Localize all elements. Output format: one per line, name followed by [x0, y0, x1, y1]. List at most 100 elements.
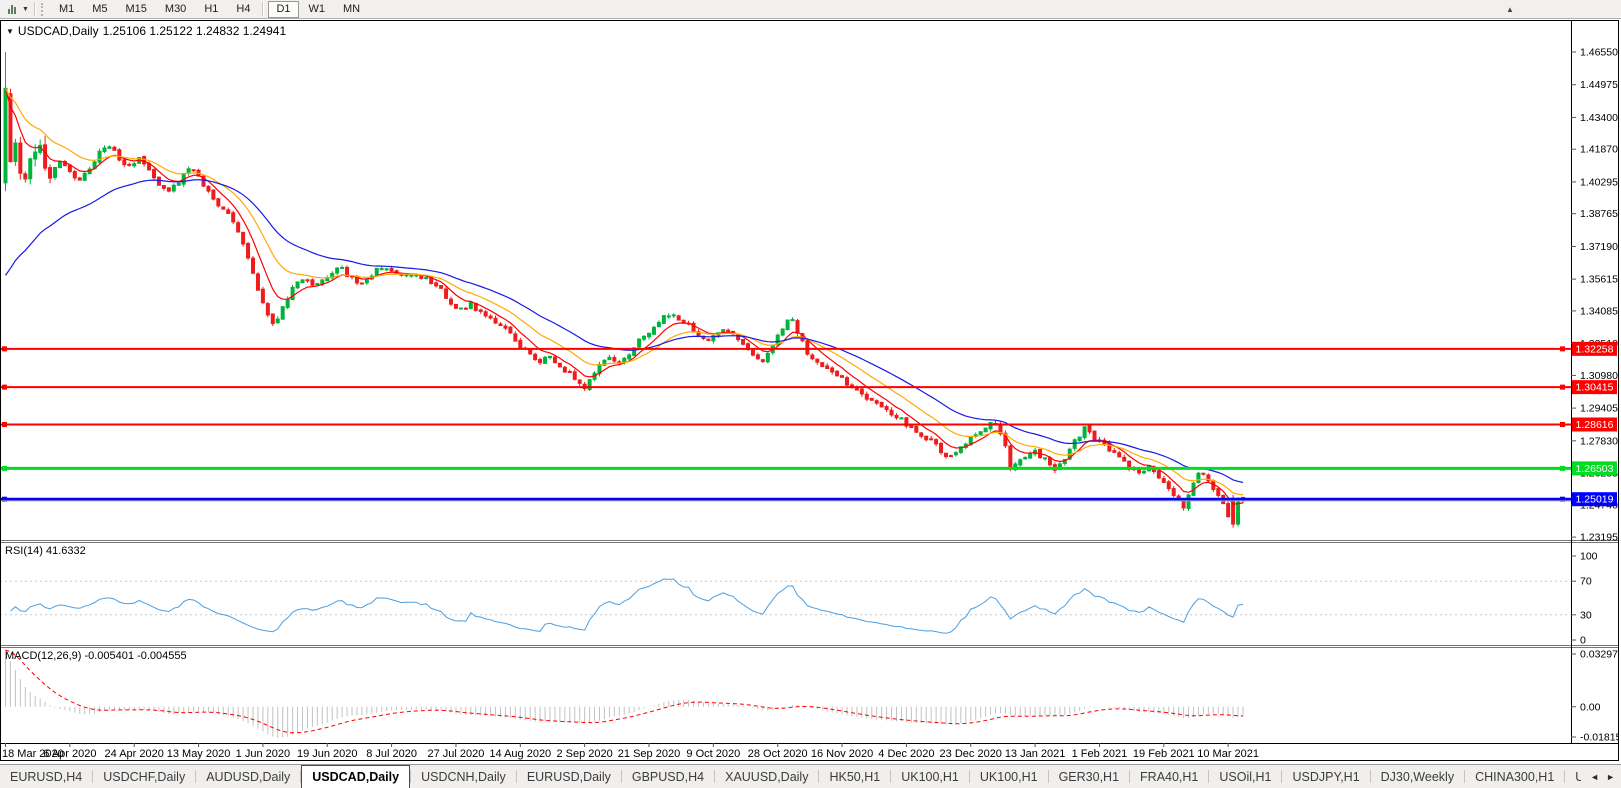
line-anchor-marker[interactable]	[1560, 385, 1565, 390]
candle	[1024, 457, 1027, 459]
symbol-tab-usdchf-daily[interactable]: USDCHF,Daily	[93, 765, 195, 788]
rsi-axis-label: 30	[1580, 609, 1592, 621]
candle	[435, 283, 438, 286]
symbol-tab-china300-h1[interactable]: CHINA300,H1	[1465, 765, 1564, 788]
symbol-tab-uk100-h1[interactable]: UK100,H1	[891, 765, 969, 788]
candle	[756, 355, 759, 359]
chart-canvas[interactable]: RSI(14) 41.6332MACD(12,26,9) -0.005401 -…	[0, 20, 1619, 761]
symbol-tab-dj30-weekly[interactable]: DJ30,Weekly	[1371, 765, 1464, 788]
candle	[306, 280, 309, 281]
candle	[247, 244, 250, 258]
time-axis[interactable]: 18 Mar 20206 Apr 202024 Apr 202013 May 2…	[2, 743, 1259, 760]
timeframe-button-m5[interactable]: M5	[84, 1, 115, 18]
ma-line-mid	[6, 88, 1244, 495]
tab-scroll-left-icon[interactable]: ◄	[1590, 772, 1599, 782]
tab-scroll-buttons: ◄ ►	[1581, 766, 1621, 788]
candle	[935, 440, 938, 444]
candle	[217, 199, 220, 206]
line-anchor-marker[interactable]	[1560, 422, 1565, 427]
candle	[420, 276, 423, 279]
symbol-tab-eurusd-daily[interactable]: EURUSD,Daily	[517, 765, 621, 788]
price-axis[interactable]: 1.465501.449751.434001.418701.402951.387…	[1571, 47, 1619, 744]
candle	[979, 432, 982, 435]
timeframe-button-w1[interactable]: W1	[301, 1, 334, 18]
candle	[885, 407, 888, 410]
line-anchor-marker[interactable]	[1560, 346, 1565, 351]
candle	[4, 88, 7, 183]
x-axis-label: 28 Oct 2020	[748, 748, 808, 760]
x-axis-label: 14 Aug 2020	[489, 748, 551, 760]
candle	[207, 186, 210, 191]
collapse-caret-icon[interactable]: ▼	[6, 27, 14, 36]
macd-panel: MACD(12,26,9) -0.005401 -0.004555	[5, 650, 1243, 738]
panel-frame	[0, 20, 1619, 761]
timeframe-button-m1[interactable]: M1	[51, 1, 82, 18]
rsi-axis-label: 100	[1580, 551, 1598, 563]
candle	[1019, 460, 1022, 465]
candle	[766, 353, 769, 361]
chevron-down-icon[interactable]: ▼	[22, 6, 29, 13]
line-anchor-marker[interactable]	[2, 422, 7, 427]
line-anchor-marker[interactable]	[2, 466, 7, 471]
timeframe-button-d1[interactable]: D1	[268, 1, 298, 18]
candle	[816, 359, 819, 362]
candle	[514, 334, 517, 341]
candle	[489, 316, 492, 318]
candle	[667, 316, 670, 317]
timeframe-button-m30[interactable]: M30	[157, 1, 194, 18]
symbol-tab-usdcnh-daily[interactable]: USDCNH,Daily	[411, 765, 516, 788]
candle	[796, 321, 799, 333]
candle	[291, 287, 294, 299]
macd-signal-line	[6, 650, 1244, 733]
candle	[123, 160, 126, 165]
timeframe-button-m15[interactable]: M15	[118, 1, 155, 18]
candle	[558, 363, 561, 367]
symbol-tab-usoil-h1[interactable]: USOil,H1	[1209, 765, 1281, 788]
candle	[445, 289, 448, 298]
symbol-tab-xauusd-daily[interactable]: XAUUSD,Daily	[715, 765, 818, 788]
symbol-tab-gbpusd-h4[interactable]: GBPUSD,H4	[622, 765, 714, 788]
line-anchor-marker[interactable]	[2, 385, 7, 390]
timeframe-toolbar: ▼ M1M5M15M30H1H4 D1W1MN	[0, 0, 1621, 19]
symbol-tab-fra40-h1[interactable]: FRA40,H1	[1130, 765, 1208, 788]
price-line-labels: 1.322581.304151.286161.265031.25019	[1572, 342, 1617, 506]
y-axis-label: 1.37190	[1580, 241, 1618, 253]
x-axis-label: 19 Feb 2021	[1133, 748, 1195, 760]
candle	[405, 275, 408, 276]
candle	[925, 436, 928, 440]
new-chart-button[interactable]	[3, 2, 21, 16]
candle	[781, 329, 784, 335]
x-axis-label: 27 Jul 2020	[428, 748, 485, 760]
symbol-tab-hk50-h1[interactable]: HK50,H1	[819, 765, 890, 788]
toolbar-separator	[262, 2, 264, 16]
candle	[1143, 471, 1146, 473]
candle	[440, 286, 443, 289]
candle	[1237, 502, 1240, 524]
symbol-tab-usdcad-daily[interactable]: USDCAD,Daily	[301, 765, 410, 788]
candle	[49, 168, 52, 178]
symbol-tab-eurusd-h4[interactable]: EURUSD,H4	[0, 765, 92, 788]
candle	[638, 339, 641, 347]
toolbar-grip[interactable]	[41, 3, 46, 16]
candle	[83, 173, 86, 180]
candle	[336, 268, 339, 273]
timeframe-button-h1[interactable]: H1	[196, 1, 226, 18]
candle	[187, 169, 190, 173]
symbol-tab-ger30-h1[interactable]: GER30,H1	[1049, 765, 1129, 788]
symbol-tab-audusd-daily[interactable]: AUDUSD,Daily	[196, 765, 300, 788]
candle	[1044, 458, 1047, 459]
candle	[192, 170, 195, 171]
line-anchor-marker[interactable]	[2, 346, 7, 351]
candle	[157, 177, 160, 185]
symbol-tab-usdjpy-h1[interactable]: USDJPY,H1	[1282, 765, 1369, 788]
candle	[113, 147, 116, 150]
tab-scroll-right-icon[interactable]: ►	[1606, 772, 1615, 782]
symbol-tab-uk100-h1[interactable]: UK100,H1	[970, 765, 1048, 788]
toolbar-overflow-icon[interactable]: ▲	[1506, 5, 1514, 14]
timeframe-button-mn[interactable]: MN	[335, 1, 368, 18]
candle	[652, 327, 655, 334]
candle	[910, 426, 913, 428]
timeframe-button-h4[interactable]: H4	[228, 1, 258, 18]
line-anchor-marker[interactable]	[1560, 466, 1565, 471]
candle	[984, 428, 987, 432]
